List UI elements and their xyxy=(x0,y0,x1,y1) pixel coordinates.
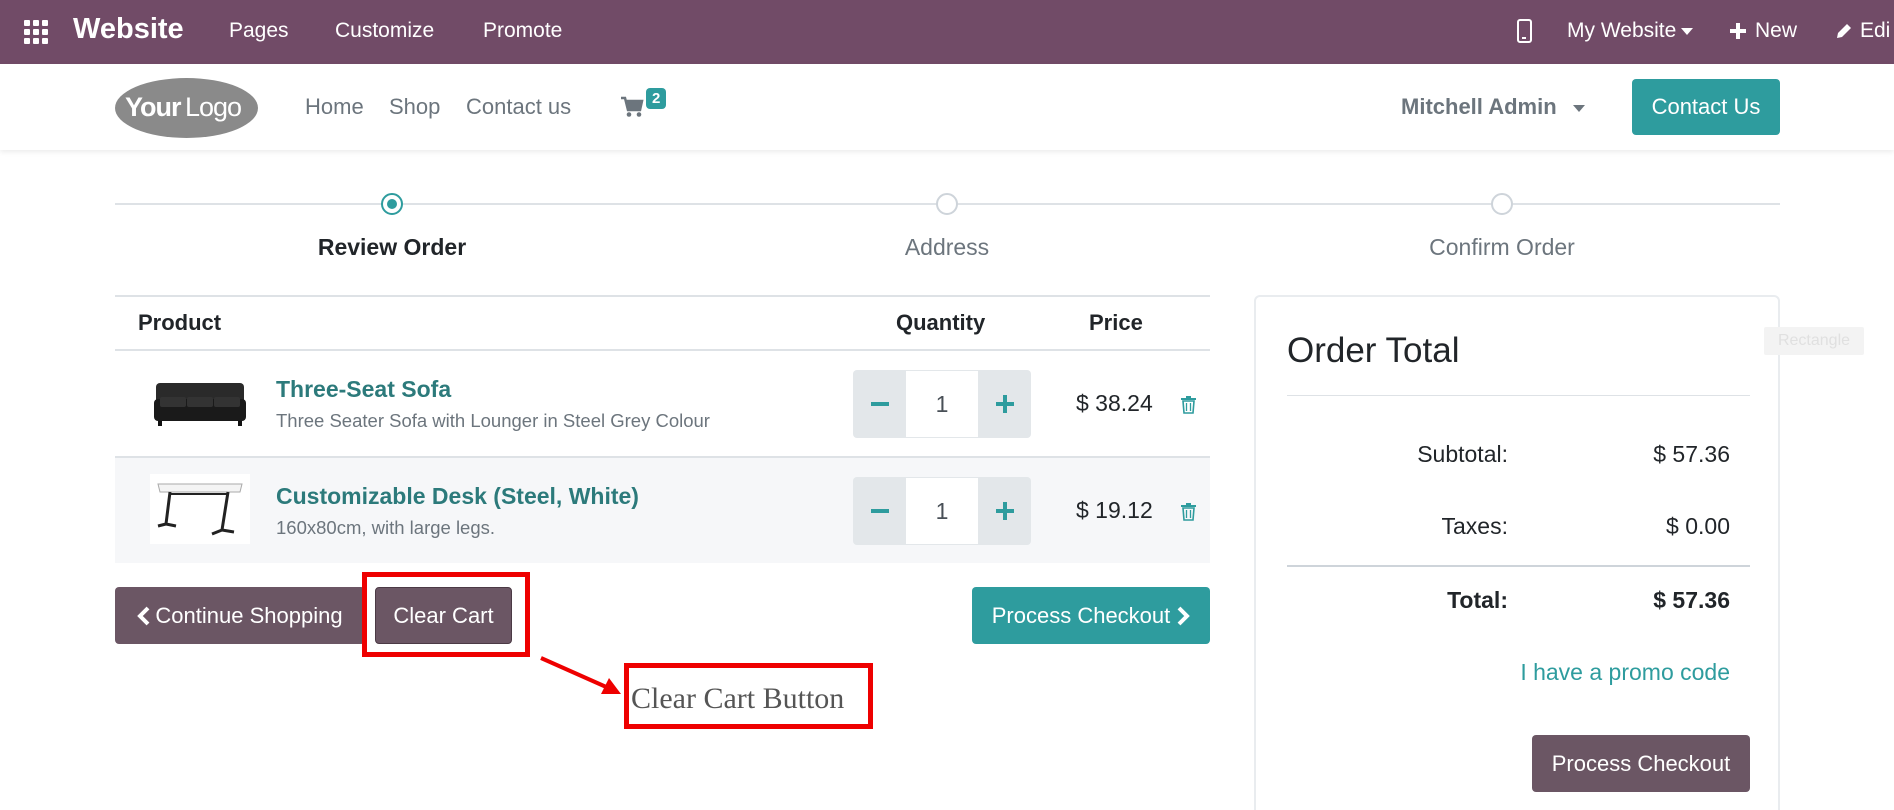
annotation-highlight-box xyxy=(362,572,530,657)
caret-down-icon xyxy=(1572,104,1585,112)
increase-quantity-button[interactable] xyxy=(978,370,1031,438)
product-description: Three Seater Sofa with Lounger in Steel … xyxy=(276,410,710,431)
logo-text-logo: Logo xyxy=(185,92,242,122)
subtotal-label: Subtotal: xyxy=(1417,441,1508,467)
cart-count-badge[interactable]: 2 xyxy=(646,88,667,109)
quantity-input[interactable]: 1 xyxy=(906,370,978,438)
quantity-input[interactable]: 1 xyxy=(906,477,978,545)
ghost-label: Rectangle xyxy=(1764,327,1864,355)
contact-us-button[interactable]: Contact Us xyxy=(1632,79,1780,135)
divider xyxy=(1287,395,1750,396)
pencil-icon xyxy=(1837,24,1851,38)
taxes-value: $ 0.00 xyxy=(1666,513,1730,539)
product-name-link[interactable]: Three-Seat Sofa xyxy=(276,376,451,403)
wizard-dot-confirm xyxy=(1491,193,1513,215)
product-image-desk[interactable] xyxy=(150,474,250,544)
process-checkout-button[interactable]: Process Checkout xyxy=(972,587,1210,644)
user-menu[interactable]: Mitchell Admin xyxy=(1401,94,1585,120)
cart-row: Customizable Desk (Steel, White) 160x80c… xyxy=(115,456,1210,563)
minus-icon xyxy=(870,509,889,513)
continue-shopping-label: Continue Shopping xyxy=(155,602,343,628)
column-header-product: Product xyxy=(138,310,222,335)
menu-pages[interactable]: Pages xyxy=(229,19,289,43)
cart-row: Three-Seat Sofa Three Seater Sofa with L… xyxy=(115,349,1210,456)
chevron-right-icon xyxy=(1177,606,1191,625)
trash-icon[interactable] xyxy=(1181,396,1196,414)
product-name-link[interactable]: Customizable Desk (Steel, White) xyxy=(276,483,639,510)
plus-icon xyxy=(995,395,1014,413)
mobile-preview-icon[interactable] xyxy=(1517,19,1532,43)
nav-home[interactable]: Home xyxy=(305,94,364,120)
wizard-step-confirm: Confirm Order xyxy=(1429,234,1575,260)
chevron-left-icon xyxy=(137,606,150,625)
order-total-card: Order Total Subtotal: $ 57.36 Taxes: $ 0… xyxy=(1254,295,1780,810)
product-image-sofa[interactable] xyxy=(150,369,250,439)
nav-contact-us[interactable]: Contact us xyxy=(466,94,571,120)
column-header-price: Price xyxy=(1089,310,1143,335)
divider xyxy=(1287,565,1750,567)
decrease-quantity-button[interactable] xyxy=(853,477,906,545)
product-price: $ 38.24 xyxy=(1076,390,1153,416)
subtotal-value: $ 57.36 xyxy=(1653,441,1730,467)
wizard-dot-review[interactable] xyxy=(381,193,403,215)
edit-label: Edi xyxy=(1860,19,1891,42)
plus-icon xyxy=(995,502,1014,520)
wizard-dot-address xyxy=(936,193,958,215)
admin-navbar: Website Pages Customize Promote My Websi… xyxy=(0,0,1894,64)
menu-customize[interactable]: Customize xyxy=(335,19,434,43)
annotation-label: Clear Cart Button xyxy=(631,682,845,715)
logo-text-your: Your xyxy=(125,92,181,122)
user-name: Mitchell Admin xyxy=(1401,94,1557,119)
minus-icon xyxy=(870,402,889,406)
new-button[interactable]: New xyxy=(1729,19,1797,43)
app-name[interactable]: Website xyxy=(73,13,184,46)
increase-quantity-button[interactable] xyxy=(978,477,1031,545)
taxes-label: Taxes: xyxy=(1441,513,1508,539)
apps-grid-icon[interactable] xyxy=(24,20,50,44)
wizard-step-address: Address xyxy=(904,234,990,260)
trash-icon[interactable] xyxy=(1181,503,1196,521)
menu-promote[interactable]: Promote xyxy=(483,19,562,43)
quantity-stepper: 1 xyxy=(853,477,1031,545)
table-top-border xyxy=(115,295,1210,297)
site-selector[interactable]: My Website xyxy=(1567,19,1694,43)
site-selector-label: My Website xyxy=(1567,19,1677,42)
total-value: $ 57.36 xyxy=(1653,587,1730,613)
annotation-arrow xyxy=(540,656,621,694)
process-checkout-button[interactable]: Process Checkout xyxy=(1532,735,1750,792)
order-total-title: Order Total xyxy=(1287,331,1460,370)
new-label: New xyxy=(1755,19,1798,42)
edit-button[interactable]: Edi xyxy=(1834,19,1890,43)
quantity-stepper: 1 xyxy=(853,370,1031,438)
promo-code-link[interactable]: I have a promo code xyxy=(1520,659,1730,686)
plus-icon xyxy=(1730,23,1746,39)
continue-shopping-button[interactable]: Continue Shopping xyxy=(115,587,365,644)
decrease-quantity-button[interactable] xyxy=(853,370,906,438)
site-header: Your Logo Home Shop Contact us 2 Mitchel… xyxy=(0,64,1894,150)
process-checkout-label: Process Checkout xyxy=(991,602,1171,628)
column-header-quantity: Quantity xyxy=(896,310,986,335)
product-description: 160x80cm, with large legs. xyxy=(276,517,496,538)
site-logo[interactable]: Your Logo xyxy=(115,78,258,138)
nav-shop[interactable]: Shop xyxy=(389,94,440,120)
cart-icon[interactable] xyxy=(620,96,644,118)
wizard-step-review[interactable]: Review Order xyxy=(318,234,466,261)
product-price: $ 19.12 xyxy=(1076,497,1153,523)
caret-down-icon xyxy=(1681,27,1694,35)
total-label: Total: xyxy=(1447,587,1508,613)
